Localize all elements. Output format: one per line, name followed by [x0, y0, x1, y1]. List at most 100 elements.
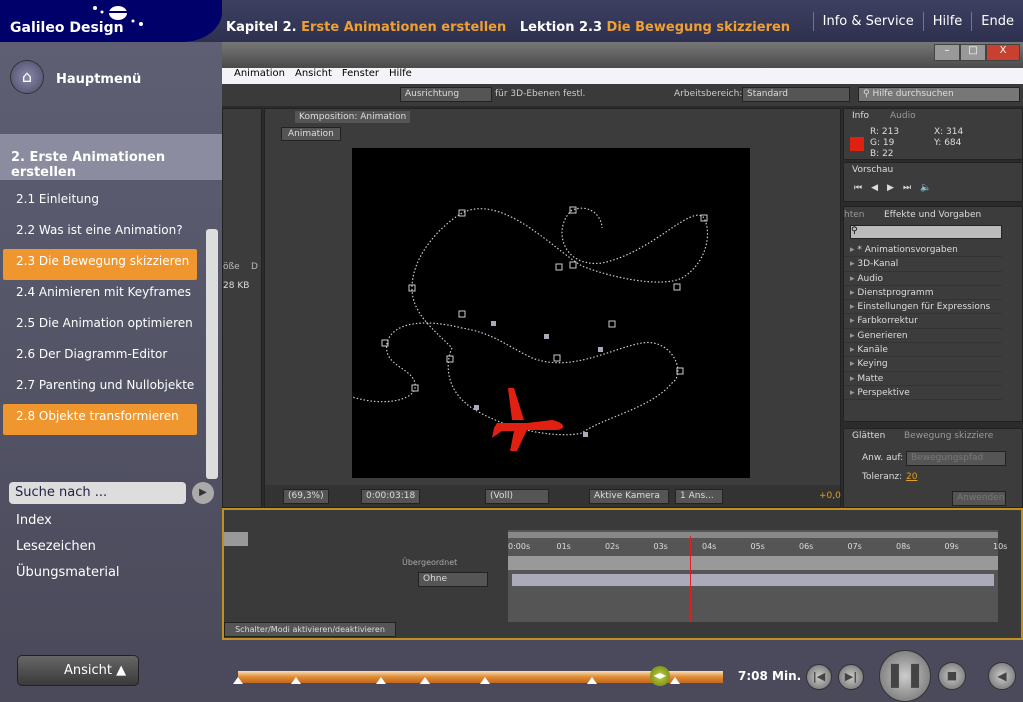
menu-animation[interactable]: Animation — [234, 68, 285, 84]
next-button[interactable]: ▶| — [838, 664, 864, 690]
timecode-field[interactable]: 0:00:03:18 — [361, 489, 421, 504]
index-link[interactable]: Index — [16, 513, 52, 528]
duration-label: 7:08 Min. — [738, 669, 802, 683]
search-input[interactable]: Suche nach ... — [9, 482, 186, 504]
effects-category[interactable]: ▸ Keying — [844, 357, 1002, 372]
view-button[interactable]: Ansicht ▲ — [17, 655, 139, 686]
menu-bar: Animation Ansicht Fenster Hilfe — [222, 68, 1023, 84]
info-x: X: 314 — [934, 127, 964, 137]
tab-info[interactable]: Info — [852, 111, 869, 121]
chapter-marker[interactable] — [291, 677, 302, 684]
time-tick: 08s — [896, 542, 911, 551]
time-ruler[interactable]: 0:00s 01s 02s 03s 04s 05s 06s 07s 08s 09s 10s — [508, 542, 1007, 556]
lesson-item[interactable]: 2.4 Animieren mit Keyframes — [3, 280, 197, 311]
pause-button[interactable]: ❚❚ — [879, 650, 931, 702]
volume-icon[interactable]: ◀ — [988, 662, 1016, 690]
parent-dropdown[interactable]: Ohne — [418, 572, 488, 587]
brand-name: Galileo Design — [10, 20, 124, 36]
lesson-item[interactable]: 2.3 Die Bewegung skizzieren — [3, 249, 197, 280]
switch-modes-button[interactable]: Schalter/Modi aktivieren/deaktivieren — [224, 622, 396, 637]
search-go-icon[interactable]: ▶ — [192, 482, 214, 504]
chapter-marker[interactable] — [669, 677, 680, 684]
lesson-scrollbar[interactable] — [206, 229, 218, 479]
lesson-item[interactable]: 2.2 Was ist eine Animation? — [3, 218, 197, 249]
work-area-bar[interactable] — [508, 532, 998, 538]
lesson-item[interactable]: 2.8 Objekte transformieren — [3, 404, 197, 435]
home-icon[interactable]: ⌂ — [10, 60, 44, 94]
project-panel: öße D 28 KB — [222, 108, 262, 508]
close-button[interactable]: X — [986, 44, 1020, 61]
layer-bar[interactable] — [512, 574, 994, 586]
effects-category[interactable]: ▸ Generieren — [844, 329, 1002, 344]
effects-category[interactable]: ▸ Perspektive — [844, 386, 1002, 401]
chapter-marker[interactable] — [233, 677, 243, 684]
info-service-link[interactable]: Info & Service — [812, 12, 923, 31]
main-menu-link[interactable]: Hauptmenü — [56, 72, 141, 87]
lesson-item[interactable]: 2.7 Parenting und Nullobjekte — [3, 373, 197, 404]
maximize-button[interactable]: □ — [960, 44, 986, 61]
apply-button[interactable]: Anwenden — [952, 491, 1006, 506]
timeline-search[interactable] — [224, 532, 248, 546]
chapter-marker[interactable] — [376, 677, 387, 684]
tab-effects[interactable]: Effekte und Vorgaben — [884, 210, 981, 220]
lesson-item[interactable]: 2.6 Der Diagramm-Editor — [3, 342, 197, 373]
end-link[interactable]: Ende — [971, 12, 1023, 31]
effects-category[interactable]: ▸ Kanäle — [844, 343, 1002, 358]
preview-controls-icon[interactable]: ⏮◀▶⏭🔈 — [854, 183, 940, 193]
tab-smooth[interactable]: Glätten — [852, 431, 885, 441]
effects-category[interactable]: ▸ Dienstprogramm — [844, 286, 1002, 301]
effects-category-label: Kanäle — [857, 345, 888, 356]
menu-help[interactable]: Hilfe — [389, 68, 412, 84]
menu-view[interactable]: Ansicht — [295, 68, 332, 84]
lesson-item[interactable]: 2.5 Die Animation optimieren — [3, 311, 197, 342]
effects-category[interactable]: ▸ Audio — [844, 272, 1002, 286]
time-tick: 06s — [799, 542, 814, 551]
effects-category-label: * Animationsvorgaben — [857, 245, 958, 255]
timeline-panel: Übergeordnet Ohne Schalter/Modi aktivier… — [222, 508, 1023, 640]
tab-preview[interactable]: Vorschau — [852, 165, 893, 175]
effects-category[interactable]: ▸ * Animationsvorgaben — [844, 243, 1002, 258]
camera-dropdown[interactable]: Aktive Kamera — [589, 489, 669, 504]
effects-category-label: Audio — [857, 273, 883, 284]
tab-previous[interactable]: hten — [844, 210, 864, 220]
chapter-marker[interactable] — [587, 677, 598, 684]
effects-category[interactable]: ▸ Farbkorrektur — [844, 314, 1002, 329]
exercise-material-link[interactable]: Übungsmaterial — [16, 565, 120, 580]
views-dropdown[interactable]: 1 Ans... — [675, 489, 723, 504]
chapter-label: Kapitel 2. — [226, 20, 297, 35]
tolerance-value[interactable]: 20 — [906, 472, 917, 482]
effects-category-label: Generieren — [857, 330, 908, 341]
airplane-shape — [492, 388, 564, 451]
tab-composition[interactable]: Komposition: Animation — [295, 111, 411, 123]
chapter-marker[interactable] — [419, 677, 430, 684]
tab-audio[interactable]: Audio — [890, 111, 916, 121]
align-dropdown[interactable]: Ausrichtung — [400, 87, 492, 102]
menu-window[interactable]: Fenster — [342, 68, 379, 84]
composition-viewer[interactable] — [333, 148, 750, 478]
help-link[interactable]: Hilfe — [922, 12, 972, 31]
effects-category[interactable]: ▸ Matte — [844, 372, 1002, 386]
chapter-marker[interactable] — [480, 677, 491, 684]
resolution-dropdown[interactable]: (Voll) — [485, 489, 549, 504]
apply-to-dropdown[interactable]: Bewegungspfad — [906, 451, 1006, 466]
effects-category-label: Farbkorrektur — [857, 316, 918, 327]
lesson-item[interactable]: 2.1 Einleitung — [3, 187, 197, 218]
time-tick: 03s — [653, 542, 668, 551]
progress-handle[interactable]: ◀▶ — [649, 666, 670, 686]
tab-motion-sketch[interactable]: Bewegung skizziere — [904, 431, 993, 441]
stop-button[interactable]: ■ — [938, 662, 966, 690]
bookmarks-link[interactable]: Lesezeichen — [16, 539, 96, 554]
minimize-button[interactable]: – — [934, 44, 960, 61]
current-time-indicator[interactable] — [689, 536, 691, 622]
lesson-title: Die Bewegung skizzieren — [606, 20, 791, 35]
effects-category[interactable]: ▸ 3D-Kanal — [844, 257, 1002, 272]
help-search-input[interactable]: ⚲ Hilfe durchsuchen — [858, 87, 1020, 102]
previous-button[interactable]: |◀ — [806, 664, 832, 690]
workspace-dropdown[interactable]: Standard — [742, 87, 850, 102]
effects-search-input[interactable]: ⚲ — [850, 225, 1002, 239]
tab-animation[interactable]: Animation — [281, 127, 341, 141]
exposure-value[interactable]: +0,0 — [819, 491, 841, 501]
time-graph[interactable]: 0:00s 01s 02s 03s 04s 05s 06s 07s 08s 09s 10s — [508, 530, 1007, 622]
zoom-dropdown[interactable]: (69,3%) — [283, 489, 329, 504]
effects-category[interactable]: ▸ Einstellungen für Expressions — [844, 300, 1002, 315]
